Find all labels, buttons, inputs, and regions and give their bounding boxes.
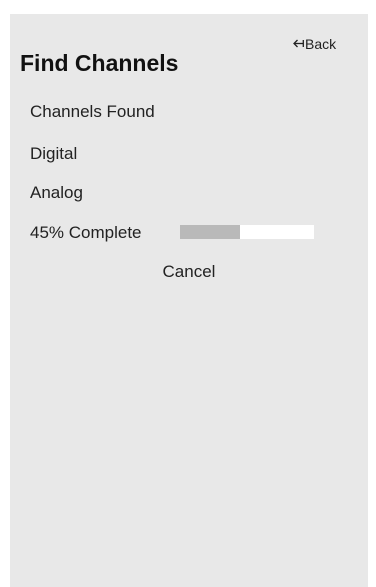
- back-arrow-icon: [293, 37, 304, 52]
- progress-bar: [180, 225, 314, 239]
- back-label: Back: [305, 36, 337, 52]
- menu-item-digital[interactable]: Digital: [30, 144, 77, 164]
- progress-label: 45% Complete: [30, 223, 142, 242]
- page-title: Find Channels: [20, 50, 179, 76]
- menu-item-channels-found[interactable]: Channels Found: [30, 102, 155, 122]
- progress-bar-fill: [180, 225, 241, 239]
- back-button[interactable]: Back: [293, 36, 336, 52]
- menu-item-analog[interactable]: Analog: [30, 183, 83, 203]
- find-channels-panel: Back Find Channels Channels Found Digita…: [10, 14, 368, 587]
- cancel-button[interactable]: Cancel: [10, 262, 368, 282]
